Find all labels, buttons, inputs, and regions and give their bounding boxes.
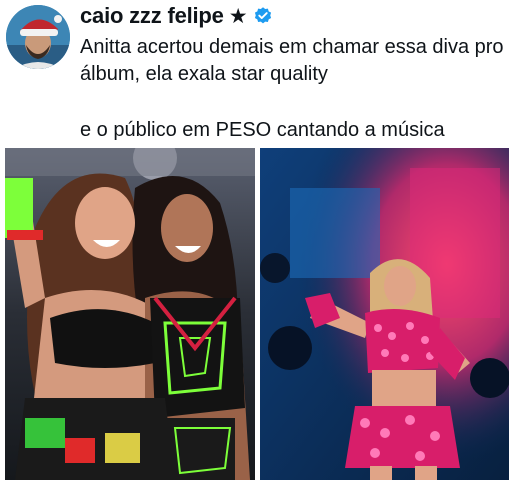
photo-singer-on-stage-pink-outfit[interactable] bbox=[260, 148, 509, 480]
star-icon: ★ bbox=[228, 4, 248, 28]
photo-two-singers-hugging[interactable] bbox=[5, 148, 255, 480]
avatar[interactable] bbox=[6, 5, 70, 69]
tweet-header: caio zzz felipe ★ bbox=[80, 3, 273, 29]
display-name[interactable]: caio zzz felipe bbox=[80, 3, 224, 29]
verified-badge-icon bbox=[253, 6, 273, 26]
tweet-text: Anitta acertou demais em chamar essa div… bbox=[80, 36, 504, 85]
tweet-text-line-2: e o público em PESO cantando a música bbox=[80, 119, 445, 141]
